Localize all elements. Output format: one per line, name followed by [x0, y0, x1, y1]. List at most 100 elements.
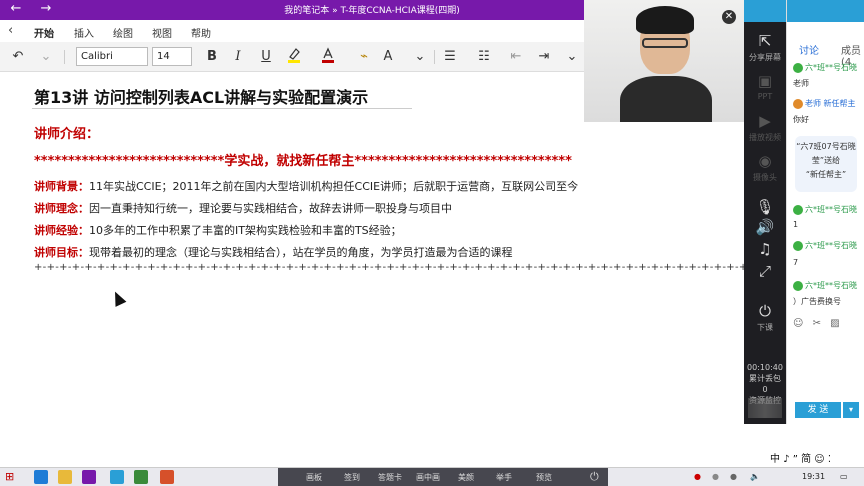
volume-tray-icon[interactable]: 🔈 [750, 472, 760, 481]
gift-line: “六7班07号石晓 [796, 142, 856, 151]
font-size-box[interactable]: 14 [152, 47, 192, 66]
font-color-icon[interactable] [318, 47, 338, 67]
chat-sender: 老师 新任帮主 [793, 98, 863, 109]
send-options-icon[interactable]: ▾ [843, 402, 859, 418]
row-label: 讲师理念： [34, 202, 89, 215]
timer-value: 00:10:40 [747, 363, 783, 372]
tool-whiteboard[interactable]: 画板 [306, 472, 322, 483]
toolbar-divider [64, 50, 65, 64]
tab-insert[interactable]: 插入 [74, 25, 94, 40]
bio-row[interactable]: 讲师理念：因一直秉持知行统一，理论要与实践相结合，故辞去讲师一职投身与项目中 [34, 200, 452, 216]
microphone-icon: 🎙 [755, 198, 775, 216]
page-title[interactable]: 第13讲 访问控制列表ACL讲解与实验配置演示 [34, 84, 368, 108]
mic-button[interactable]: 🎙 [744, 198, 786, 218]
play-video-button[interactable]: ▶ 播放视频 [744, 112, 786, 143]
font-name-box[interactable]: Calibri [76, 47, 148, 66]
volume-button[interactable]: 🔊 [744, 218, 786, 238]
tab-view[interactable]: 视图 [152, 25, 172, 40]
tool-label: PPT [757, 92, 773, 101]
webcam-view: ✕ [584, 0, 744, 122]
music-button[interactable]: ♫ [744, 240, 786, 260]
close-icon[interactable]: ✕ [722, 10, 736, 24]
speaker-icon: 🔊 [755, 218, 775, 236]
chat-message: 7 [793, 258, 799, 267]
tool-answer-card[interactable]: 答题卡 [378, 472, 402, 483]
banner-text[interactable]: ****************************学实战，就找新任帮主**… [34, 150, 572, 169]
edge-icon[interactable] [34, 470, 48, 484]
tray-app-icon[interactable]: ● [694, 472, 701, 481]
bio-row[interactable]: 讲师目标：现带着最初的理念（理论与实践相结合），站在学员的角度，为学员打造最为合… [34, 244, 513, 260]
presenter-hair [636, 6, 694, 34]
tool-picture-in-picture[interactable]: 画中画 [416, 472, 440, 483]
notification-icon[interactable]: ▭ [840, 472, 848, 481]
more-dropdown-icon[interactable]: ⌄ [410, 47, 430, 67]
underline-button[interactable]: U [256, 47, 276, 67]
increase-indent-icon[interactable]: ⇥ [534, 47, 554, 67]
power-icon[interactable]: ⏻ [590, 470, 599, 484]
numbered-list-icon[interactable]: ☷ [474, 47, 494, 67]
bold-button[interactable]: B [202, 47, 222, 67]
gift-line: 莹”送给 [811, 156, 841, 165]
chat-panel: 讨论 成员(4 六*班**号石晓 老师 老师 新任帮主 你好 “六7班07号石晓… [786, 0, 864, 424]
chat-sender: 六*班**号石晓 [793, 62, 863, 73]
wechat-avatar-icon [793, 62, 803, 73]
video-icon: ▶ [759, 112, 771, 130]
tray-icon[interactable]: ● [712, 472, 719, 481]
highlight-icon[interactable] [284, 47, 304, 67]
app-icon[interactable] [134, 470, 148, 484]
bio-row[interactable]: 讲师经验：10多年的工作中积累了丰富的IT架构实践检验和丰富的TS经验； [34, 222, 402, 238]
file-explorer-icon[interactable] [58, 470, 72, 484]
ribbon-back-icon[interactable]: ‹ [8, 23, 13, 38]
title-underline [32, 108, 412, 109]
wechat-avatar-icon [793, 240, 803, 251]
onenote-icon[interactable] [82, 470, 96, 484]
italic-button[interactable]: I [228, 47, 248, 67]
tab-draw[interactable]: 绘图 [113, 25, 133, 40]
ime-toolbar[interactable]: 中 ♪ ” 简 ☺ ⁚ [770, 450, 832, 465]
redo-icon[interactable]: ⌄ [36, 47, 56, 67]
tab-help[interactable]: 帮助 [191, 25, 211, 40]
windows-start-icon[interactable]: ⊞ [5, 470, 19, 484]
format-painter-icon[interactable]: ⌁ [354, 47, 374, 67]
chat-message: 1 [793, 220, 799, 229]
tab-home[interactable]: 开始 [32, 25, 56, 45]
end-class-button[interactable]: ⏻ 下课 [744, 302, 786, 333]
decrease-indent-icon[interactable]: ⇤ [506, 47, 526, 67]
clock[interactable]: 19:31 [802, 472, 825, 481]
wechat-avatar-icon [793, 280, 803, 291]
dash-separator: +-+-+-+-+-+-+-+-+-+-+-+-+-+-+-+-+-+-+-+-… [34, 262, 777, 273]
share-screen-button[interactable]: ⇱ 分享屏幕 [744, 32, 786, 63]
tool-signin[interactable]: 签到 [344, 472, 360, 483]
tool-label: 下课 [757, 323, 773, 332]
ppt-button[interactable]: ▣ PPT [744, 72, 786, 101]
screen: ← → 我的笔记本 » T-年度CCNA-HCIA课程(四期) — □ ‹ 开始… [0, 0, 864, 486]
app-icon[interactable] [160, 470, 174, 484]
chat-input-toolbar: ☺ ✂ ▨ [793, 318, 840, 329]
fullscreen-button[interactable]: ⤢ [744, 262, 786, 282]
tool-label: 分享屏幕 [749, 53, 781, 62]
tool-beauty[interactable]: 美颜 [458, 472, 474, 483]
tab-discussion[interactable]: 讨论 [799, 42, 819, 57]
more-options-icon[interactable]: ⌄ [562, 47, 582, 67]
camera-button[interactable]: ◉ 摄像头 [744, 152, 786, 183]
windows-taskbar: ⊞ 画板 签到 答题卡 画中画 美颜 举手 预览 ⏻ ● ● ● 🔈 19:31… [0, 467, 864, 486]
scissors-icon[interactable]: ✂ [813, 318, 821, 329]
fullscreen-icon: ⤢ [758, 262, 771, 280]
clear-format-icon[interactable]: A [378, 47, 398, 67]
bio-row[interactable]: 讲师背景：11年实战CCIE；2011年之前在国内大型培训机构担任CCIE讲师；… [34, 178, 578, 194]
tool-preview[interactable]: 预览 [536, 472, 552, 483]
presenter-body [620, 76, 712, 122]
tool-raise-hand[interactable]: 举手 [496, 472, 512, 483]
classroom-toolbar: ⇱ 分享屏幕 ▣ PPT ▶ 播放视频 ◉ 摄像头 🎙 🔊 ♫ ⤢ ⏻ 下课 00:10:… [744, 0, 786, 424]
chat-message: 你好 [793, 115, 809, 124]
emoji-icon[interactable]: ☺ [793, 318, 803, 329]
classroom-app-icon[interactable] [110, 470, 124, 484]
end-class-icon: ⏻ [759, 302, 771, 320]
image-icon[interactable]: ▨ [830, 318, 839, 329]
send-button[interactable]: 发 送 [795, 402, 841, 418]
intro-label[interactable]: 讲师介绍： [34, 123, 99, 142]
tray-icon[interactable]: ● [730, 472, 737, 481]
toolbar-top-strip [744, 0, 786, 22]
undo-icon[interactable]: ↶ [8, 47, 28, 67]
bullet-list-icon[interactable]: ☰ [440, 47, 460, 67]
